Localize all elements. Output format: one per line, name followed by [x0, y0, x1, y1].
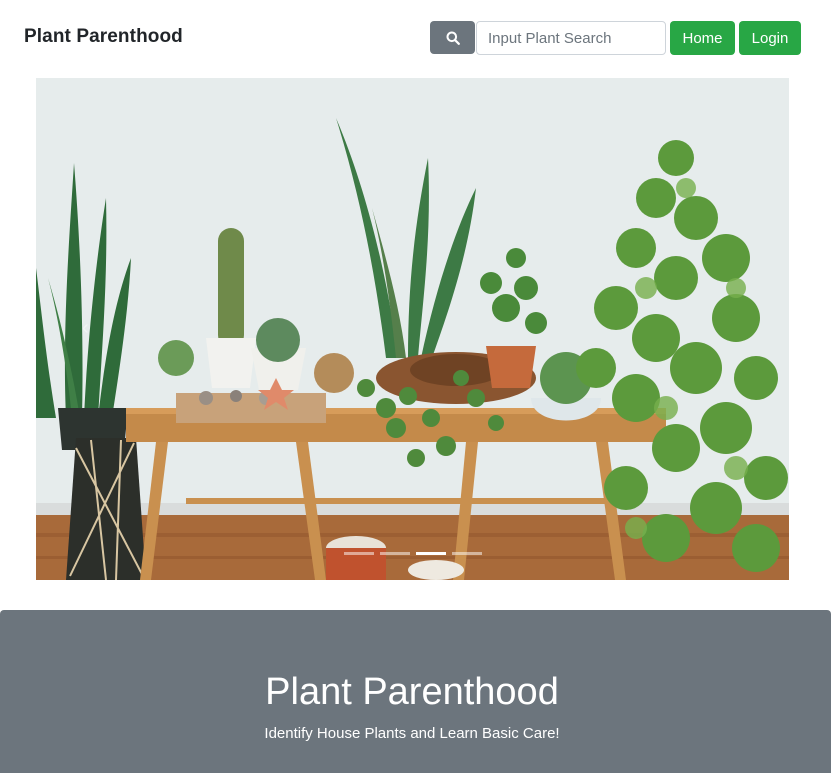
brand-title[interactable]: Plant Parenthood: [24, 26, 183, 48]
search-icon: [446, 31, 460, 45]
carousel-image: [36, 78, 789, 580]
home-button[interactable]: Home: [670, 21, 735, 55]
carousel-indicator-active[interactable]: [415, 552, 446, 555]
jumbotron-subtitle: Identify House Plants and Learn Basic Ca…: [264, 725, 560, 742]
carousel-indicator[interactable]: [379, 552, 410, 555]
image-carousel[interactable]: ‹: [36, 78, 789, 580]
jumbotron-title: Plant Parenthood: [265, 671, 559, 713]
carousel-indicator[interactable]: [343, 552, 374, 555]
jumbotron: Plant Parenthood Identify House Plants a…: [0, 610, 831, 773]
carousel-indicator[interactable]: [451, 552, 482, 555]
search-button[interactable]: [430, 21, 475, 54]
login-button[interactable]: Login: [739, 21, 801, 55]
carousel-prev-icon[interactable]: ‹: [82, 318, 102, 338]
search-input[interactable]: [476, 21, 666, 55]
navbar: Plant Parenthood Home Login: [0, 0, 831, 76]
carousel-indicators: [36, 552, 789, 555]
